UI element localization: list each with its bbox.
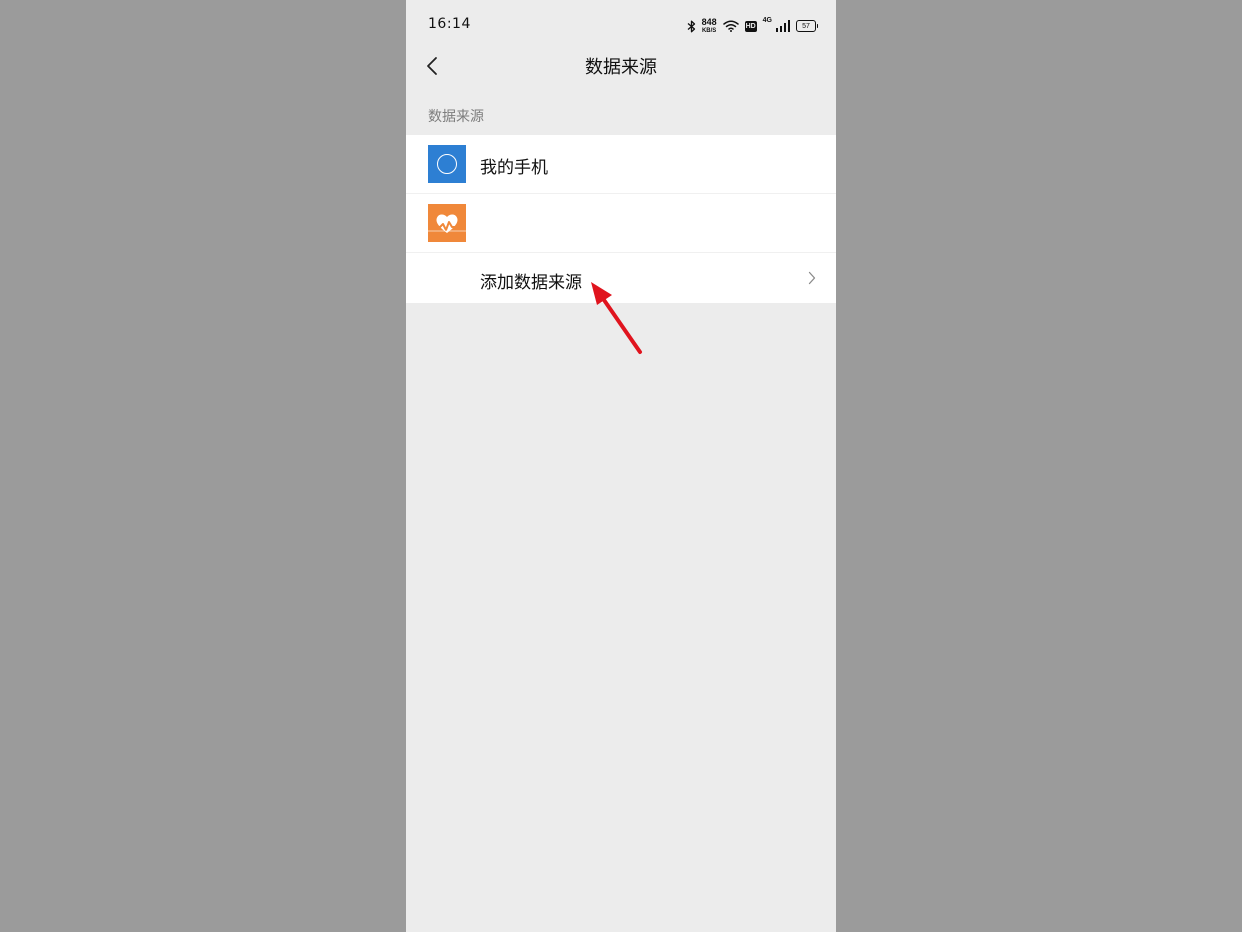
network-speed-value: 848: [701, 17, 717, 27]
chevron-right-icon: [808, 270, 816, 289]
bluetooth-icon: [687, 20, 696, 33]
page-title: 数据来源: [585, 57, 657, 78]
battery-level: 57: [802, 22, 810, 30]
add-data-source-label: 添加数据来源: [480, 273, 582, 293]
status-time: 16:14: [428, 16, 471, 32]
data-source-my-phone[interactable]: 我的手机: [406, 135, 836, 194]
signal-icon: [776, 20, 790, 32]
section-header: 数据来源: [428, 109, 484, 125]
data-source-list: 我的手机 添加数据来源: [406, 135, 836, 303]
network-speed: 848 KB/S: [701, 17, 717, 35]
my-phone-icon: [428, 145, 466, 183]
add-data-source-row[interactable]: 添加数据来源: [406, 253, 836, 303]
data-source-health[interactable]: [406, 194, 836, 253]
status-icons: 848 KB/S HD 4G 57: [687, 16, 818, 36]
wifi-icon: [722, 20, 739, 32]
data-source-label: 我的手机: [480, 158, 548, 178]
battery-icon: 57: [796, 20, 818, 32]
network-type-label: 4G: [762, 17, 772, 24]
phone-screen: 16:14 848 KB/S HD 4G 57 数据来源 数据来源 我的手机 添…: [406, 0, 836, 932]
network-speed-unit: KB/S: [701, 28, 717, 34]
health-heart-icon: [428, 204, 466, 242]
hd-badge: HD: [744, 20, 757, 32]
navigation-bar: 数据来源: [406, 44, 836, 90]
